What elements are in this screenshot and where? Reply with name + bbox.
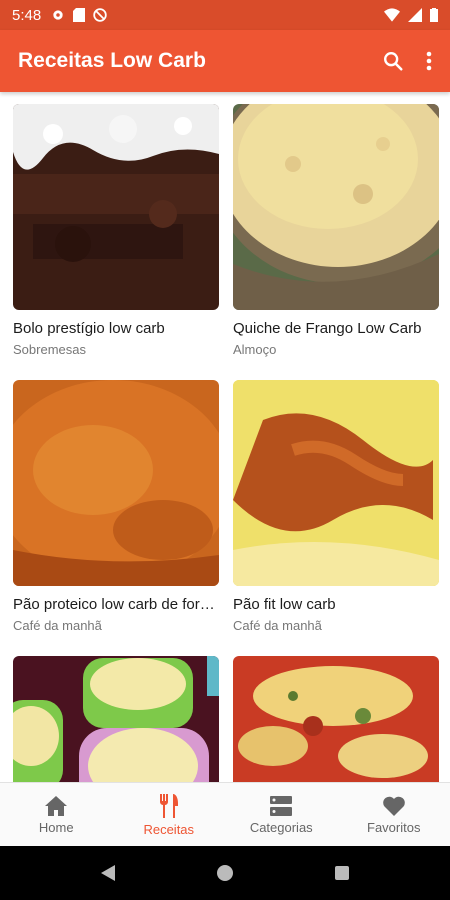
status-bar: 5:48 (0, 0, 450, 30)
nav-favoritos[interactable]: Favoritos (338, 783, 450, 847)
recipe-name: Pão proteico low carb de forma (13, 596, 219, 613)
recipe-image (13, 656, 219, 782)
search-icon (384, 52, 403, 71)
nav-home-label: Home (38, 820, 74, 835)
no-disturb-icon (93, 8, 107, 22)
settings-icon (53, 10, 63, 20)
more-vert-icon (426, 51, 432, 71)
recipe-image (13, 104, 219, 310)
bottom-navigation: Home Receitas Categorias Favoritos (0, 782, 450, 847)
app-title: Receitas Low Carb (18, 49, 206, 72)
app-bar: Receitas Low Carb (0, 30, 450, 92)
search-button[interactable] (382, 50, 404, 72)
nav-favoritos-label: Favoritos (367, 820, 421, 835)
nav-categorias[interactable]: Categorias (225, 783, 338, 847)
recipe-category: Café da manhã (233, 618, 322, 633)
recipe-card[interactable] (233, 656, 439, 782)
recipe-name: Pão fit low carb (233, 596, 336, 613)
fork-knife-icon (159, 794, 178, 818)
sd-card-icon (73, 8, 86, 22)
recipe-card[interactable]: Pão proteico low carb de forma Café da m… (13, 380, 219, 633)
wifi-icon (384, 8, 400, 22)
home-icon (45, 796, 68, 816)
recipe-card[interactable]: Quiche de Frango Low Carb Almoço (233, 104, 439, 357)
recipe-image (233, 104, 439, 310)
battery-icon (430, 8, 438, 22)
recipe-card[interactable]: Pão fit low carb Café da manhã (233, 380, 439, 633)
recipe-grid: Bolo prestígio low carb Sobremesas Quich… (0, 92, 450, 782)
recipe-category: Sobremesas (13, 342, 86, 357)
recipe-image (233, 380, 439, 586)
home-circle-icon[interactable] (216, 864, 234, 882)
back-icon[interactable] (100, 864, 116, 882)
recipe-image (233, 656, 439, 782)
nav-home[interactable]: Home (0, 783, 113, 847)
nav-receitas-label: Receitas (143, 822, 195, 837)
signal-icon (408, 8, 422, 22)
recipe-image (13, 380, 219, 586)
recipe-category: Almoço (233, 342, 277, 357)
recipe-card[interactable] (13, 656, 219, 782)
categories-icon (270, 796, 293, 816)
heart-icon (382, 796, 405, 816)
recents-icon[interactable] (334, 865, 350, 881)
overflow-menu-button[interactable] (426, 51, 432, 71)
recipe-card[interactable]: Bolo prestígio low carb Sobremesas (13, 104, 219, 357)
system-nav-bar (0, 846, 450, 900)
recipe-name: Quiche de Frango Low Carb (233, 320, 422, 337)
recipe-category: Café da manhã (13, 618, 102, 633)
status-time: 5:48 (12, 6, 42, 24)
nav-categorias-label: Categorias (249, 820, 313, 835)
recipe-name: Bolo prestígio low carb (13, 320, 165, 337)
nav-receitas[interactable]: Receitas (113, 783, 226, 847)
